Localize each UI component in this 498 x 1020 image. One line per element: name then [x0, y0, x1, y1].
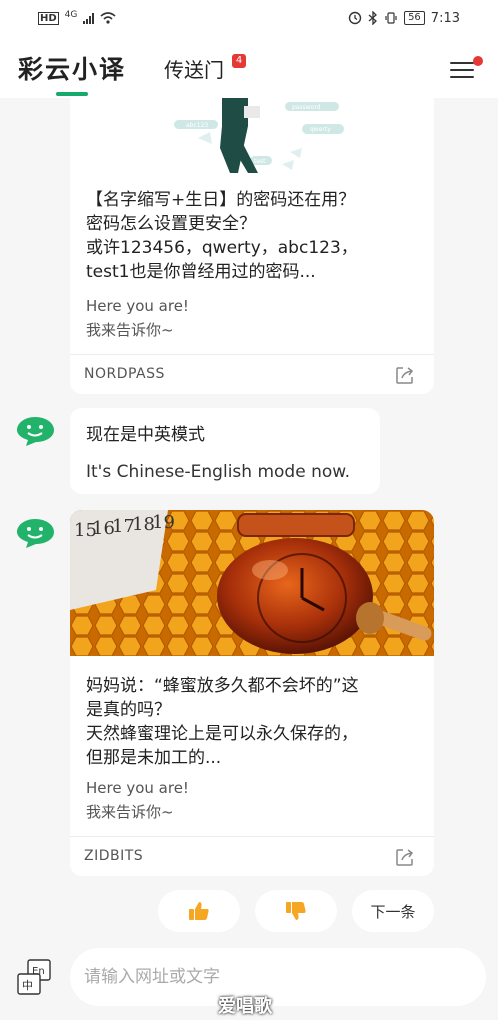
- dislike-button[interactable]: [255, 890, 337, 932]
- card2-title-line2: 是真的吗？: [86, 700, 171, 720]
- status-bar: HD 4G 56 7:13: [0, 0, 498, 36]
- bot-avatar: [17, 417, 54, 446]
- honey-illustration: 15 16 17 18 19: [70, 510, 434, 656]
- article-card-nordpass[interactable]: password abc123 qwerty test 【名字缩写+生日】的密码…: [70, 98, 434, 394]
- next-button[interactable]: 下一条: [352, 890, 434, 932]
- menu-notification-dot: [473, 56, 483, 66]
- network-hd: HD: [38, 11, 59, 25]
- menu-button[interactable]: [450, 56, 483, 80]
- password-illustration: password abc123 qwerty test: [70, 98, 434, 173]
- menu-line: [450, 62, 474, 64]
- tab-portal[interactable]: 传送门: [164, 54, 224, 83]
- article-image-password: password abc123 qwerty test: [70, 98, 434, 173]
- card1-title-line4: test1也是你曾经用过的密码...: [86, 262, 316, 282]
- language-toggle[interactable]: En 中: [16, 958, 52, 998]
- share-icon[interactable]: [394, 364, 416, 386]
- mode-message-en: It's Chinese-English mode now.: [86, 462, 350, 482]
- tag-abc123: abc123: [186, 122, 208, 129]
- card1-title-line3: 或许123456，qwerty，abc123，: [86, 238, 358, 258]
- thumbs-down-icon: [286, 902, 306, 920]
- article-card-zidbits[interactable]: 15 16 17 18 19 妈妈说：“蜂蜜放多久都不会坏的”这 是真的吗？ 天…: [70, 510, 434, 876]
- calendar-digit: 19: [152, 512, 175, 533]
- share-icon[interactable]: [394, 846, 416, 868]
- menu-line: [450, 69, 474, 71]
- wifi-icon: [100, 12, 116, 24]
- like-button[interactable]: [158, 890, 240, 932]
- bot-avatar: [17, 519, 54, 548]
- mode-message-zh: 现在是中英模式: [86, 425, 205, 445]
- url-text-input[interactable]: 请输入网址或文字: [70, 948, 486, 1006]
- tag-password: password: [292, 104, 321, 111]
- card2-title-line3: 天然蜂蜜理论上是可以永久保存的，: [86, 724, 358, 744]
- divider: [70, 836, 434, 837]
- card2-sub-line2: 我来告诉你~: [86, 803, 174, 821]
- divider: [70, 354, 434, 355]
- top-nav: 彩云小译 传送门 4: [0, 36, 498, 98]
- portal-badge: 4: [232, 54, 246, 68]
- thumbs-up-icon: [189, 902, 209, 920]
- tag-test: test: [254, 158, 266, 165]
- active-tab-indicator: [56, 92, 88, 96]
- vibrate-icon: [385, 12, 397, 24]
- card1-title-line2: 密码怎么设置更安全？: [86, 214, 256, 234]
- tag-qwerty: qwerty: [310, 126, 331, 133]
- lang-en-label: En: [32, 966, 45, 977]
- bluetooth-icon: [368, 11, 378, 25]
- card1-sub-line2: 我来告诉你~: [86, 321, 174, 339]
- card2-sub-line1: Here you are!: [86, 779, 189, 797]
- signal-label: 4G: [64, 10, 78, 20]
- article-image-honey: 15 16 17 18 19: [70, 510, 434, 656]
- clock: 7:13: [430, 10, 460, 26]
- watermark: 爱唱歌: [218, 996, 272, 1017]
- menu-line: [450, 76, 474, 78]
- input-bar: En 中 请输入网址或文字 爱唱歌: [0, 940, 498, 1020]
- card1-sub-line1: Here you are!: [86, 297, 189, 315]
- card2-title-line4: 但那是未加工的...: [86, 748, 222, 768]
- signal-icon: [83, 12, 95, 24]
- language-switch-icon: En 中: [17, 959, 51, 995]
- card2-source: ZIDBITS: [84, 848, 144, 864]
- lang-zh-label: 中: [22, 979, 33, 992]
- card1-title-line1: 【名字缩写+生日】的密码还在用？: [86, 190, 356, 210]
- mode-message-bubble: 现在是中英模式 It's Chinese-English mode now.: [70, 408, 380, 494]
- battery-level: 56: [404, 11, 425, 25]
- card1-source: NORDPASS: [84, 366, 165, 382]
- alarm-icon: [348, 11, 362, 25]
- card2-title-line1: 妈妈说：“蜂蜜放多久都不会坏的”这: [86, 676, 359, 696]
- tab-caiyun-translate[interactable]: 彩云小译: [18, 50, 126, 86]
